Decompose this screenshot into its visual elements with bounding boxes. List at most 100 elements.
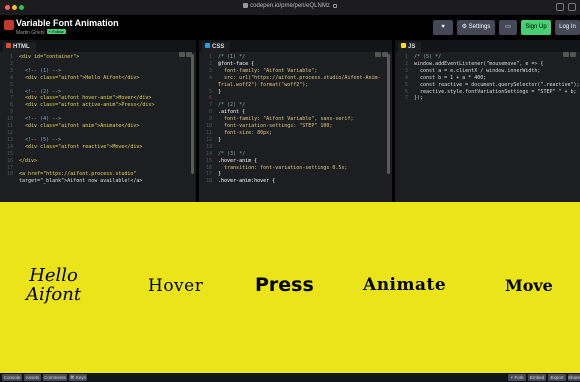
code-line[interactable]: 17} [199,171,392,178]
code-line[interactable]: 9 font-family: "Aifont Variable", sans-s… [199,116,392,123]
js-panel-tab[interactable]: JS [395,42,580,57]
code-line[interactable]: 7 /* (2) */ [199,102,392,109]
layout-button[interactable]: ▭ [499,20,517,35]
author-name[interactable]: Martin Griebl [16,30,45,36]
code-line[interactable]: 11 font-size: 80px; [199,130,392,137]
share-button[interactable]: Share [568,374,580,381]
heart-button[interactable]: ♥ [433,20,453,35]
line-number: 18 [205,178,212,185]
code-line[interactable]: 2 [0,61,196,68]
code-text: Trial.woff2") format("woff2"); [218,81,309,88]
line-number: 5 [9,81,13,88]
code-line[interactable]: 1 /* (5) */ [395,54,580,61]
code-line[interactable]: 17 [0,165,196,172]
pen-author: Martin Griebl + Follow [16,29,66,36]
code-line[interactable]: 4 src: url("https://aifont.process.studi… [199,75,392,82]
js-code[interactable]: 1 /* (5) */ 2 window.addEventListener("mous… [395,54,580,102]
js-panel-tools[interactable] [562,44,576,57]
code-line[interactable]: 7 <div class="aifont hover-anim">Hover</… [0,95,196,102]
press-text[interactable]: Press [255,274,314,296]
code-line[interactable]: 3 const a = e.clientX / window.innerWidt… [395,68,580,75]
code-line[interactable]: 18 .hover-anim:hover { [199,178,392,185]
css-scrollbar[interactable] [387,54,390,174]
html-code[interactable]: 1 <div id="container"> 2 3 <!-- (1) --> 4 <d… [0,54,196,185]
code-line[interactable]: 16 </div> [0,158,196,165]
code-line[interactable]: Trial.woff2") format("woff2"); [199,82,392,89]
comments-button[interactable]: Comments [43,374,67,381]
code-text: const b = 1 + a * 400; [414,74,487,81]
code-line[interactable]: 18 <a href="https://aifont.process.studio… [0,171,196,178]
code-line[interactable]: 3 font-family: "Aifont Variable"; [199,68,392,75]
embed-button[interactable]: Embed [528,374,546,381]
code-line[interactable]: 15 [0,151,196,158]
lock-icon [332,4,337,8]
code-line[interactable]: 16 transition: font-variation-settings 0… [199,165,392,172]
export-button[interactable]: Export [548,374,566,381]
code-line[interactable]: 4 const b = 1 + a * 400; [395,75,580,82]
line-number: 7 [404,95,408,102]
line-number: 15 [205,157,212,164]
code-line[interactable]: 5 const reactive = document.querySelecto… [395,82,580,89]
code-line[interactable]: 12 [0,130,196,137]
line-number: 11 [205,129,212,136]
code-text: /* (2) */ [218,102,246,109]
fork-button[interactable]: ⑂ Fork [508,374,526,381]
hover-text[interactable]: Hover [148,276,203,296]
codepen-logo-icon[interactable] [4,20,14,30]
code-text: /* (1) */ [218,54,246,60]
css-panel-tab[interactable]: CSS [199,42,392,57]
code-line[interactable]: 14 <div class="aifont reactive">Move</di… [0,144,196,151]
html-panel-tools[interactable] [178,44,192,57]
css-panel-tools[interactable] [374,44,388,57]
signup-button[interactable]: Sign Up [521,20,551,35]
code-line[interactable]: 15 .hover-anim { [199,158,392,165]
html-scrollbar[interactable] [191,54,194,174]
animate-text: Animate [363,275,447,295]
code-line[interactable]: 4 <div class="aifont">Hello Aifont</div> [0,75,196,82]
code-line[interactable]: 9 [0,109,196,116]
code-line[interactable]: 5 [0,82,196,89]
code-line[interactable]: 5} [199,89,392,96]
login-button[interactable]: Log In [555,20,580,35]
code-line[interactable]: 6 <!-- (2) --> [0,89,196,96]
pen-title: Variable Font Animation [16,18,119,28]
code-line[interactable]: 13 <!-- (5) --> [0,137,196,144]
code-line[interactable]: 3 <!-- (1) --> [0,68,196,75]
browser-titlebar: codepen.io/pme/pen/eQLNMz [0,0,580,15]
css-code[interactable]: 1/* (1) */2 @font-face {3 font-family: "A… [199,54,392,185]
line-number: 9 [208,116,212,123]
code-line[interactable]: 12} [199,137,392,144]
html-editor-panel: HTML 1 <div id="container"> 2 3 <!-- (1) --… [0,40,196,202]
code-line[interactable]: 10 font-variation-settings: "STEP" 100; [199,123,392,130]
code-line[interactable]: 6 [199,95,392,102]
code-line[interactable]: 2 window.addEventListener("mousemove", e … [395,61,580,68]
line-number: 3 [208,67,212,74]
code-line[interactable]: target="_blank">Aifont now available!</a… [0,178,196,185]
code-line[interactable]: 13 [199,144,392,151]
assets-button[interactable]: Assets [24,374,41,381]
console-button[interactable]: Console [2,374,22,381]
follow-button[interactable]: + Follow [46,29,66,34]
html-panel-tab[interactable]: HTML [0,42,196,57]
code-line[interactable]: 1 <div id="container"> [0,54,196,61]
code-line[interactable]: 2 @font-face { [199,61,392,68]
code-line[interactable]: 11 <div class="aifont anim">Animate</div… [0,123,196,130]
site-icon [243,3,249,8]
code-line[interactable]: 8 .aifont { [199,109,392,116]
keys-button[interactable]: ⌘ Keys [69,374,87,381]
code-text: window.addEventListener("mousemove", e =… [414,60,544,67]
code-line[interactable]: 14 /* (3) */ [199,151,392,158]
pen-footer: Console Assets Comments ⌘ Keys ⑂ Fork Em… [0,373,580,382]
code-text: .aifont { [218,109,246,116]
share-page-icon[interactable] [556,3,564,11]
code-line[interactable]: 1 /* (1) */ [199,54,392,61]
js-editor-panel: JS 1 /* (5) */ 2 window.addEventListener("m… [395,40,580,202]
code-line[interactable]: 10 <!-- (4) --> [0,116,196,123]
code-line[interactable]: 6 reactive.style.fontVariationSettings =… [395,89,580,96]
result-preview: Hello Aifont Hover Press Animate Move [0,202,580,373]
address-bar[interactable]: codepen.io/pme/pen/eQLNMz [0,3,580,9]
code-line[interactable]: 8 <div class="aifont active-anim">Press<… [0,102,196,109]
tabs-overview-icon[interactable] [568,3,576,11]
code-line[interactable]: 7}); [395,95,580,102]
settings-button[interactable]: ⚙ Settings [457,20,495,35]
